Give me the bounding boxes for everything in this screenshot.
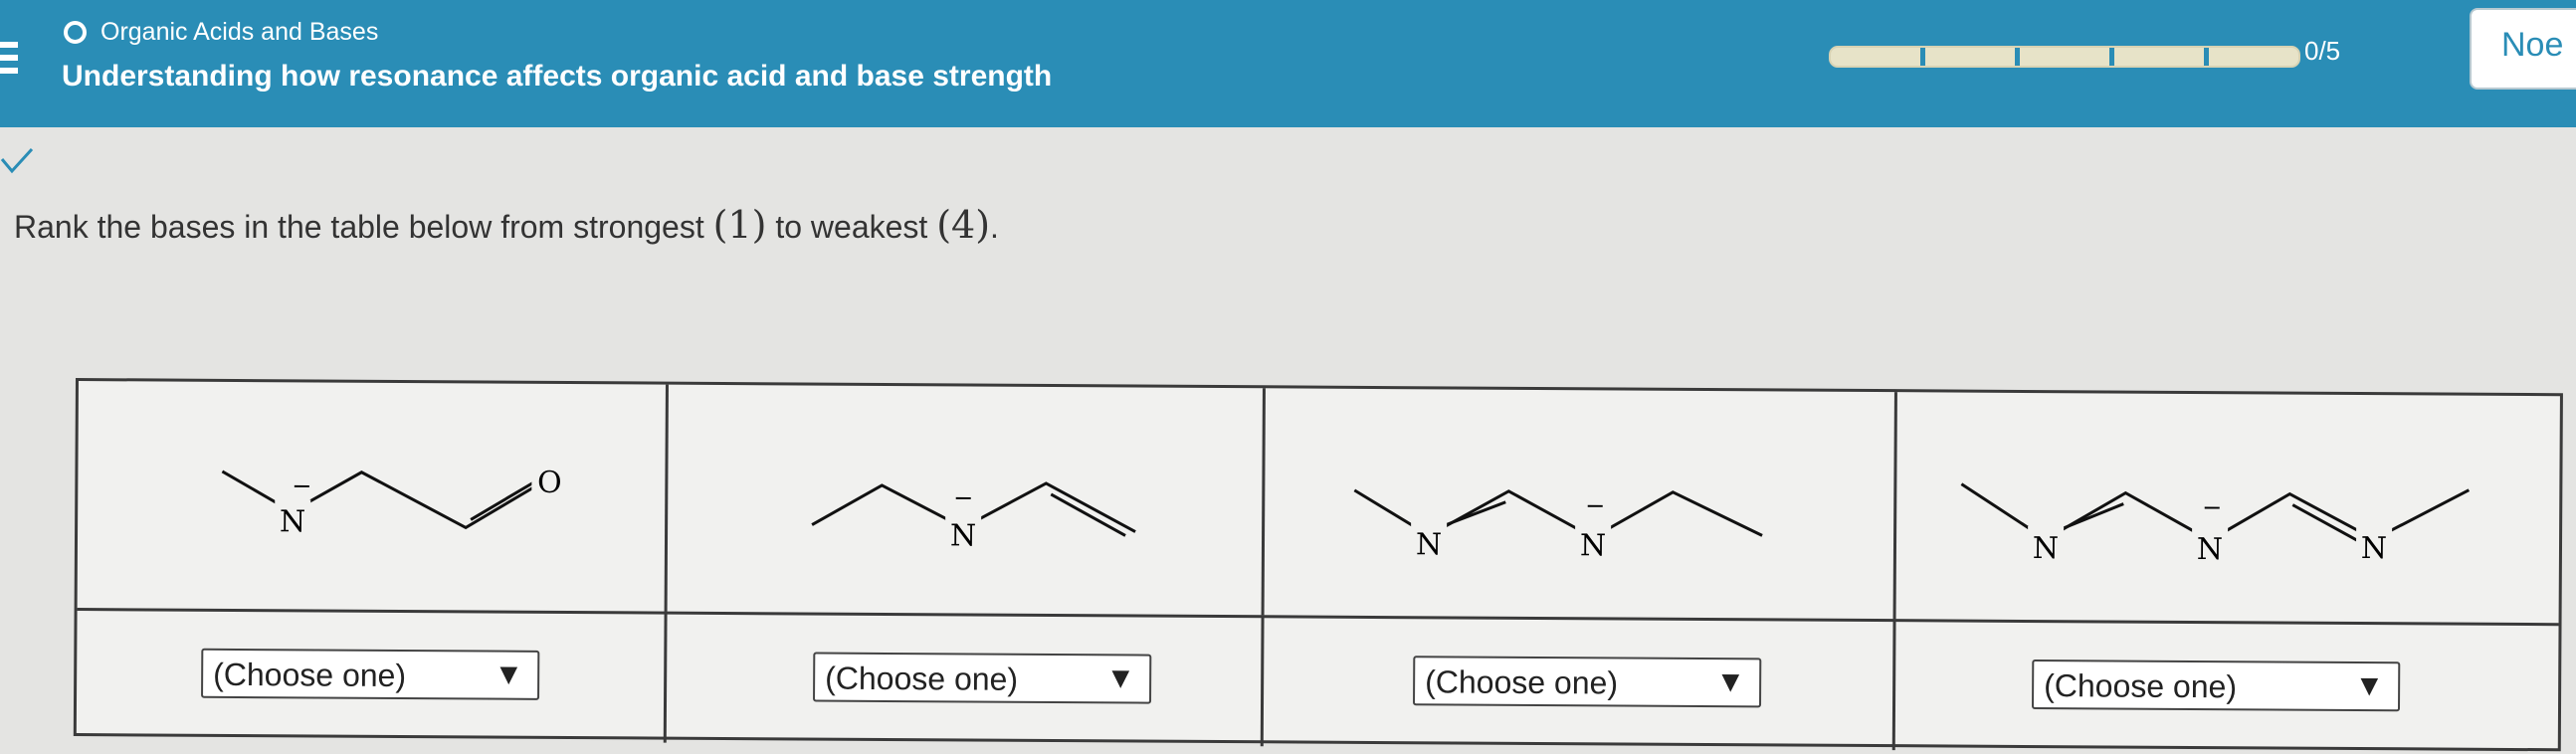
base-structure-3: N N − (1265, 388, 1894, 619)
rank-select-2[interactable]: (Choose one) ▼ (813, 652, 1152, 704)
topic-title: Organic Acids and Bases (100, 18, 379, 46)
triangle-down-icon: ▼ (494, 658, 524, 691)
nitrogen-label-2: N (1580, 528, 1606, 563)
topic-row: Organic Acids and Bases (64, 18, 378, 47)
charge-label: − (2202, 493, 2222, 521)
base-structure-4: N N N − (1896, 392, 2566, 623)
progress-bar (1829, 46, 2300, 68)
structure-4-drawing: N N N − (1960, 482, 2471, 567)
nitrogen-label-3: N (2361, 531, 2387, 566)
header-bar: Organic Acids and Bases Understanding ho… (0, 0, 2576, 127)
page-subtitle: Understanding how resonance affects orga… (62, 60, 1053, 93)
structure-1-drawing: N O − (221, 463, 568, 539)
score-counter: 0/5 (2304, 36, 2341, 66)
oxygen-label: O (537, 466, 562, 500)
ranking-row: (Choose one) ▼ (Choose one) ▼ (Choose on… (77, 608, 2559, 754)
nitrogen-label: N (950, 518, 976, 553)
triangle-down-icon: ▼ (2354, 668, 2385, 703)
nitrogen-label-2: N (2197, 532, 2223, 567)
rank-select-3[interactable]: (Choose one) ▼ (1413, 656, 1762, 708)
nitrogen-label: N (280, 504, 305, 539)
base-structure-1: N O − (78, 381, 666, 612)
rank-select-1[interactable]: (Choose one) ▼ (201, 648, 540, 700)
nitrogen-label-1: N (1416, 527, 1442, 562)
checkmark-icon[interactable] (0, 147, 36, 177)
structure-2-drawing: N − (811, 481, 1136, 554)
nitrogen-label-1: N (2033, 531, 2059, 566)
charge-label: − (953, 483, 973, 511)
charge-label: − (292, 471, 311, 499)
structure-row: N O − N − N N − N N N − (77, 381, 2560, 627)
triangle-down-icon: ▼ (1105, 661, 1136, 695)
circle-icon (64, 21, 87, 44)
hamburger-icon[interactable] (0, 42, 18, 78)
triangle-down-icon: ▼ (1715, 665, 1746, 699)
structure-3-drawing: N N − (1353, 488, 1763, 563)
question-prompt: Rank the bases in the table below from s… (14, 203, 999, 247)
charge-label: − (1585, 491, 1605, 519)
bases-table: N O − N − N N − N N N − (Choose one) ▼ (… (73, 378, 2563, 754)
next-button[interactable]: Noe (2470, 8, 2576, 90)
rank-select-4[interactable]: (Choose one) ▼ (2032, 660, 2401, 712)
base-structure-2: N − (668, 385, 1263, 616)
